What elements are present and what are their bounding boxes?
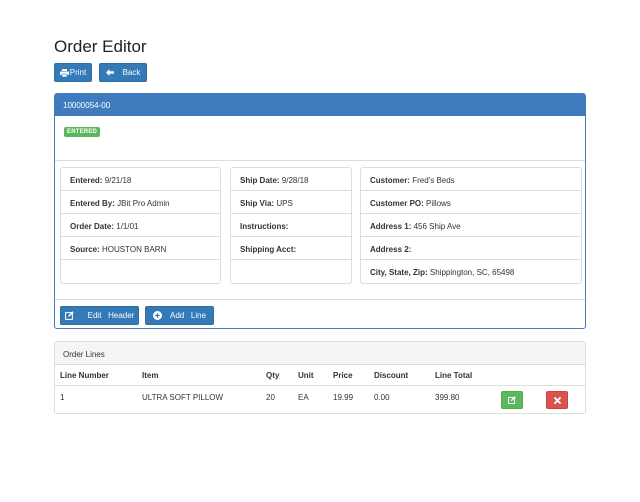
status-badge: ENTERED xyxy=(64,127,101,137)
shipping-acct-row: Shipping Acct: xyxy=(231,237,351,260)
customer-info-card: Customer: Fred's Beds Customer PO: Pillo… xyxy=(360,167,582,284)
price-cell: 19.99 xyxy=(333,393,354,402)
address-2-row: Address 2: xyxy=(361,237,581,260)
order-number: 10000054-00 xyxy=(55,94,585,116)
unit-cell: EA xyxy=(298,393,309,402)
col-item: Item xyxy=(142,371,159,380)
arrow-left-icon xyxy=(105,69,114,76)
line-total-cell: 399.80 xyxy=(435,393,460,402)
edit-icon xyxy=(508,396,516,404)
edit-line-button[interactable] xyxy=(501,391,523,409)
order-date-row: Order Date: 1/1/01 xyxy=(61,214,220,237)
print-button[interactable]: Print xyxy=(54,63,92,82)
print-label: Print xyxy=(69,68,87,77)
discount-cell: 0.00 xyxy=(374,393,390,402)
line-number-cell: 1 xyxy=(60,393,65,402)
empty-row xyxy=(61,260,220,283)
edit-header-label: Edit Header xyxy=(87,311,135,320)
customer-po-row: Customer PO: Pillows xyxy=(361,191,581,214)
divider xyxy=(55,160,585,161)
back-label: Back xyxy=(122,68,141,77)
print-icon xyxy=(59,68,69,77)
city-state-zip-row: City, State, Zip: Shippington, SC, 65498 xyxy=(370,268,515,277)
col-line-number: Line Number xyxy=(60,371,109,380)
col-price: Price xyxy=(333,371,353,380)
ship-via-row: Ship Via: UPS xyxy=(231,191,351,214)
col-qty: Qty xyxy=(266,371,280,380)
delete-line-button[interactable] xyxy=(546,391,568,409)
col-discount: Discount xyxy=(374,371,409,380)
divider xyxy=(55,299,585,300)
source-row: Source: HOUSTON BARN xyxy=(61,237,220,260)
shipping-info-card: Ship Date: 9/28/18 Ship Via: UPS Instruc… xyxy=(230,167,352,284)
entered-row: Entered: 9/21/18 xyxy=(61,168,220,191)
order-lines-panel: Order Lines Line Number Item Qty Unit Pr… xyxy=(54,341,586,414)
close-icon xyxy=(553,396,561,404)
instructions-row: Instructions: xyxy=(231,214,351,237)
edit-header-button[interactable]: Edit Header xyxy=(60,306,139,325)
order-header-panel: 10000054-00 ENTERED Entered: 9/21/18 Ent… xyxy=(54,93,586,329)
col-line-total: Line Total xyxy=(435,371,473,380)
order-lines-title: Order Lines xyxy=(55,342,585,365)
edit-icon xyxy=(64,311,74,320)
item-cell: ULTRA SOFT PILLOW xyxy=(142,393,224,402)
divider xyxy=(55,385,585,386)
order-info-card: Entered: 9/21/18 Entered By: JBit Pro Ad… xyxy=(60,167,221,284)
address-1-row: Address 1: 456 Ship Ave xyxy=(361,214,581,237)
qty-cell: 20 xyxy=(266,393,275,402)
back-button[interactable]: Back xyxy=(99,63,147,82)
col-unit: Unit xyxy=(298,371,314,380)
empty-row xyxy=(231,260,351,283)
plus-circle-icon xyxy=(152,311,162,320)
add-line-button[interactable]: Add Line xyxy=(145,306,214,325)
add-line-label: Add Line xyxy=(169,311,207,320)
entered-by-row: Entered By: JBit Pro Admin xyxy=(61,191,220,214)
customer-row: Customer: Fred's Beds xyxy=(361,168,581,191)
ship-date-row: Ship Date: 9/28/18 xyxy=(231,168,351,191)
page-title: Order Editor xyxy=(54,37,147,56)
